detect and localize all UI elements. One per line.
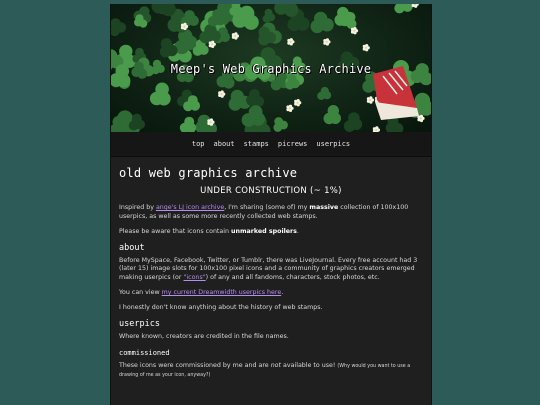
leaf-cluster: [394, 4, 413, 14]
commission-text-1: These icons were commissioned by me and …: [119, 361, 271, 369]
warning-bold: unmarked spoilers: [231, 227, 297, 235]
leaf-cluster: [179, 116, 197, 132]
ange-archive-link[interactable]: ange's LJ icon archive: [156, 204, 224, 211]
intro-paragraph: Inspired by ange's LJ icon archive, I'm …: [119, 204, 423, 220]
commission-text-2: available to use!: [281, 361, 338, 369]
white-flower: [218, 90, 226, 98]
about-paragraph-1: Before MySpace, Facebook, Twitter, or Tu…: [119, 257, 423, 282]
white-flower: [366, 96, 374, 104]
leaf-cluster: [323, 105, 341, 125]
leaf-cluster: [246, 89, 265, 107]
white-flower: [231, 32, 239, 40]
white-flower: [411, 4, 419, 8]
nav-link-top[interactable]: top: [192, 140, 205, 148]
icons-link[interactable]: "icons": [184, 274, 206, 281]
page-container: Meep's Web Graphics Archive top about st…: [110, 4, 432, 405]
main-content: old web graphics archive UNDER CONSTRUCT…: [111, 157, 431, 380]
site-title: Meep's Web Graphics Archive: [170, 62, 372, 76]
top-nav: top about stamps picrews userpics: [111, 132, 431, 157]
nav-link-about[interactable]: about: [214, 140, 235, 148]
nav-link-picrews[interactable]: picrews: [278, 140, 308, 148]
about-paragraph-2: You can view my current Dreamwidth userp…: [119, 289, 423, 297]
white-flower: [350, 27, 359, 35]
white-flower: [294, 99, 302, 107]
leaf-cluster: [159, 38, 178, 58]
construction-status: UNDER CONSTRUCTION (~ 1%): [200, 186, 342, 197]
white-flower: [323, 38, 331, 46]
page-heading: old web graphics archive: [119, 166, 298, 180]
about-text-3: You can view: [119, 288, 162, 296]
white-flower: [362, 44, 370, 52]
leaf-cluster: [343, 112, 363, 132]
nav-link-stamps[interactable]: stamps: [244, 140, 269, 148]
commissioned-heading: commissioned: [119, 348, 170, 357]
leaf-cluster: [274, 4, 299, 17]
white-flower: [287, 38, 295, 46]
white-flower: [286, 104, 294, 112]
about-text-4: .: [281, 288, 284, 296]
nav-link-userpics[interactable]: userpics: [316, 140, 350, 148]
about-paragraph-3: I honestly don't know anything about the…: [119, 304, 323, 312]
spoiler-warning: Please be aware that icons contain unmar…: [119, 228, 423, 236]
leaf-cluster: [317, 86, 332, 100]
leaf-cluster: [310, 11, 334, 34]
about-heading: about: [119, 243, 145, 254]
leaf-cluster: [111, 18, 127, 37]
warning-text-1: Please be aware that icons contain: [119, 227, 232, 235]
userpics-heading: userpics: [119, 319, 160, 330]
leaf-cluster: [149, 82, 171, 106]
header-banner: Meep's Web Graphics Archive: [111, 4, 431, 132]
leaf-cluster: [262, 8, 276, 23]
commission-em-not: not: [270, 361, 281, 369]
white-flower: [372, 126, 380, 132]
intro-text-2: , I'm sharing (some of) my: [224, 204, 310, 212]
userpics-paragraph-2: These icons were commissioned by me and …: [119, 362, 423, 380]
userpics-paragraph-1: Where known, creators are credited in th…: [119, 333, 289, 341]
dreamwidth-link[interactable]: my current Dreamwidth userpics here: [162, 289, 282, 296]
intro-bold-massive: massive: [309, 204, 339, 212]
leaf-cluster: [273, 117, 288, 132]
leaf-cluster: [151, 4, 176, 17]
warning-text-2: .: [296, 227, 299, 235]
intro-text-1: Inspired by: [119, 204, 156, 212]
about-text-2: ) of any and all fandoms, characters, st…: [205, 273, 380, 281]
